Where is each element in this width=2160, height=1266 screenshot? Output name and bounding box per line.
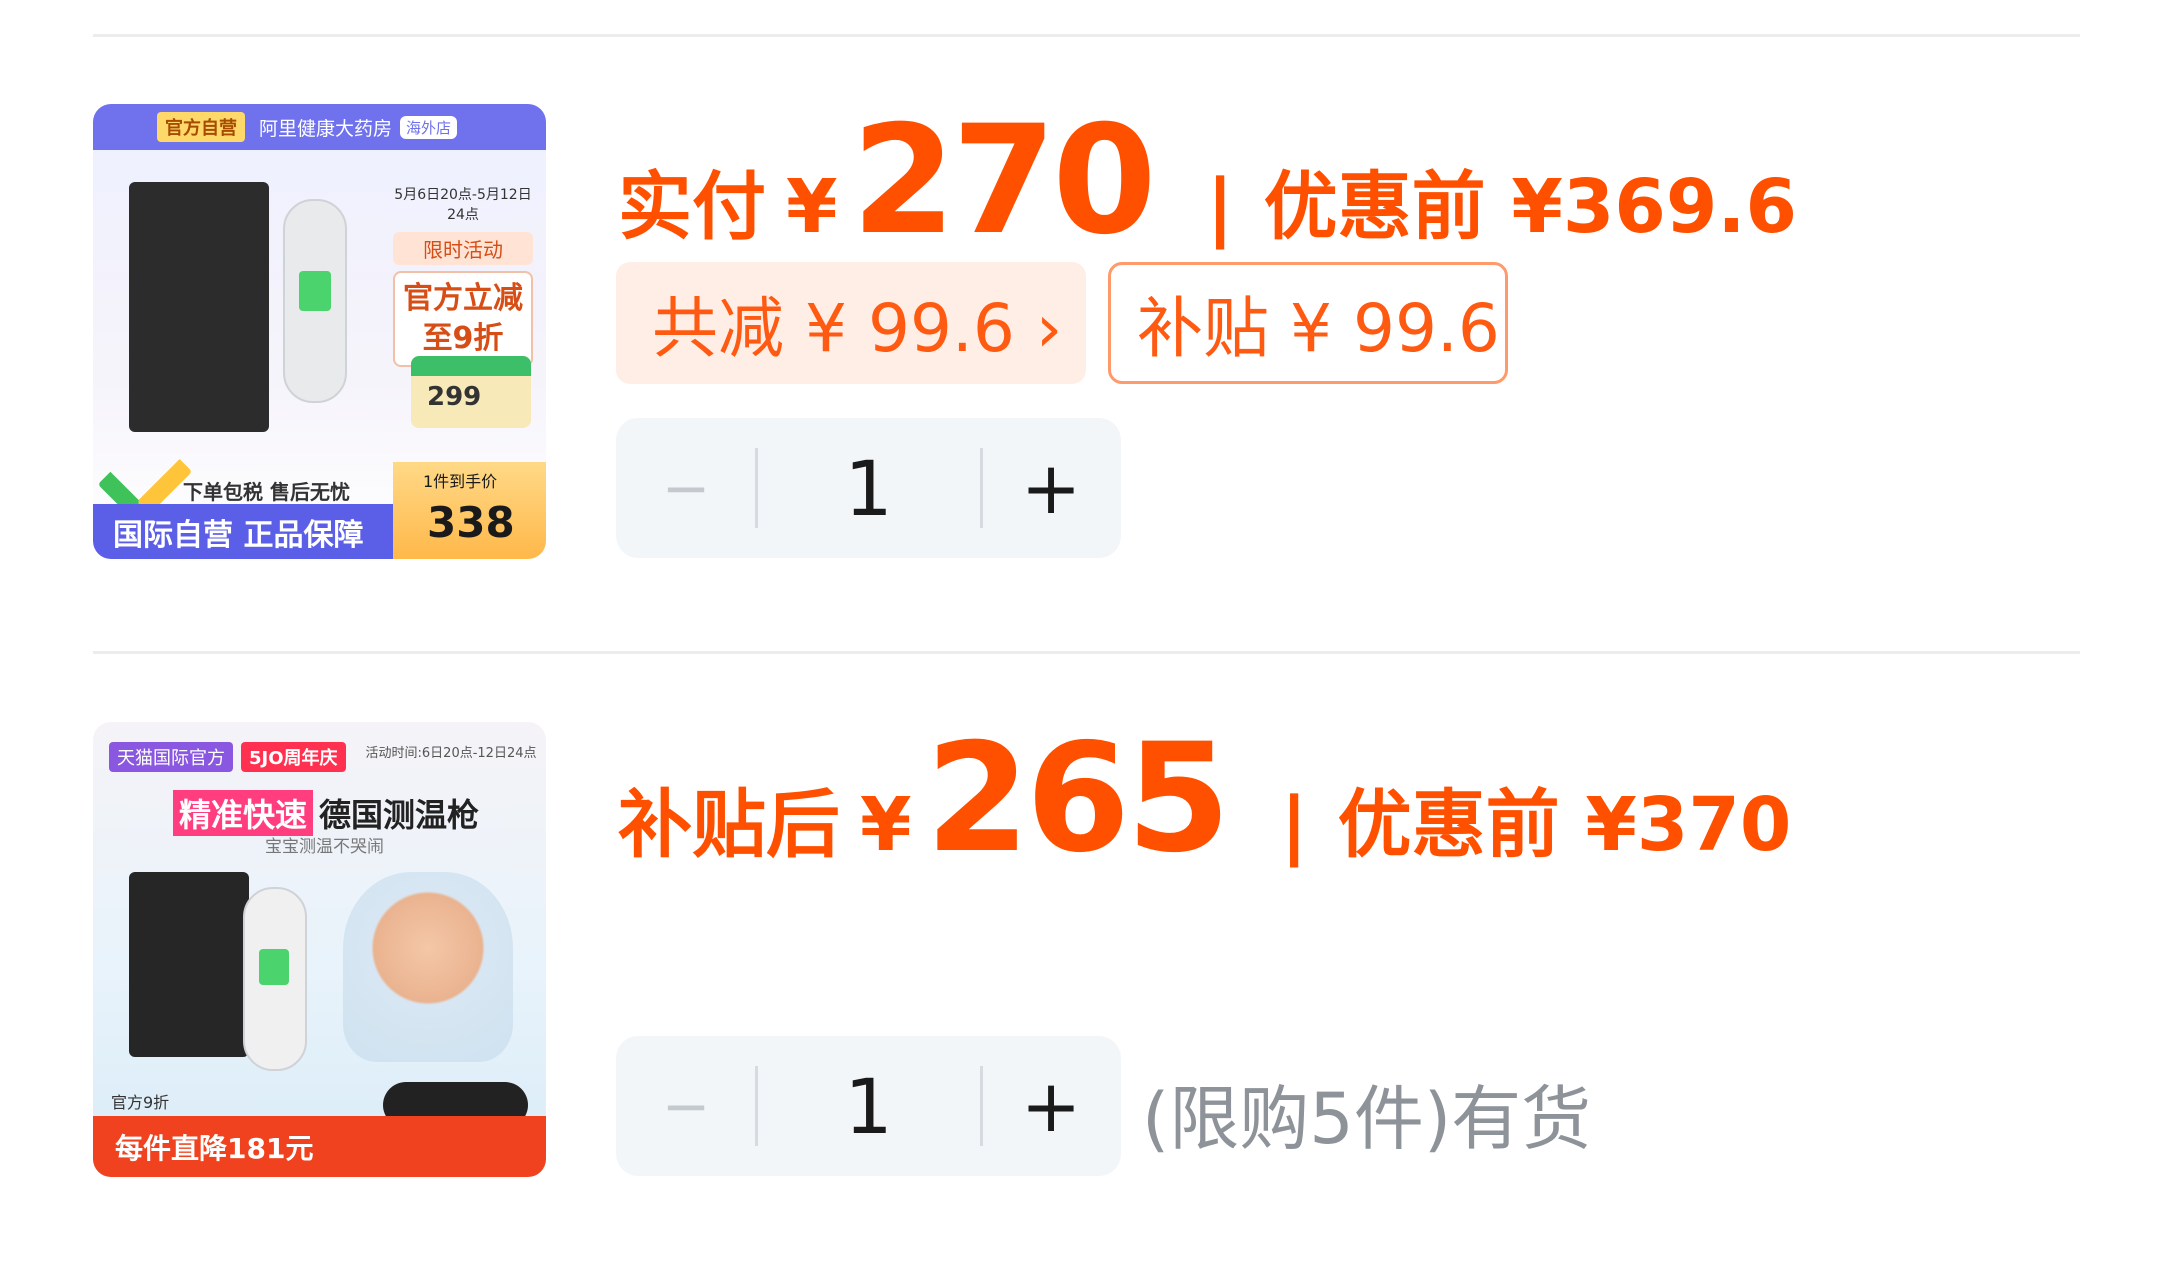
coupon-card: 299 xyxy=(411,356,531,428)
price-separator: | xyxy=(1280,782,1308,868)
quantity-stepper: − 1 + xyxy=(616,418,1121,558)
price-label: 实付 xyxy=(618,164,766,250)
price-drop-banner: 每件直降181元 xyxy=(93,1116,546,1177)
headline-text: 德国测温枪 xyxy=(319,796,480,834)
top-divider xyxy=(93,34,2080,37)
thermometer-image xyxy=(243,887,307,1071)
currency-symbol: ¥ xyxy=(860,782,912,868)
price-caption: 1件到手价 xyxy=(423,472,498,491)
original-price: 优惠前 ¥370 xyxy=(1337,782,1792,868)
thumbnail-tags: 天猫国际官方 5JO周年庆 活动时间:6日20点-12日24点 xyxy=(109,742,537,772)
promo-date: 5月6日20点-5月12日24点 xyxy=(394,187,532,223)
tmall-tag: 天猫国际官方 xyxy=(109,742,233,772)
official-tag: 官方自营 xyxy=(157,112,245,142)
quantity-value[interactable]: 1 xyxy=(756,418,981,558)
price-label: 补贴后 xyxy=(618,782,840,868)
brand-name: 阿里健康大药房 xyxy=(259,117,393,140)
store-tag: 海外店 xyxy=(400,115,458,139)
total-discount-chip[interactable]: 共减 ¥ 99.6 › xyxy=(616,262,1086,384)
product-thumbnail-1[interactable]: 官方自营 阿里健康大药房 海外店 5月6日20点-5月12日24点 限时活动 官… xyxy=(93,104,546,559)
item-divider xyxy=(93,651,2080,654)
original-price: 优惠前 ¥369.6 xyxy=(1263,164,1797,250)
promo-deal: 官方立减 至9折 xyxy=(393,271,533,367)
subsidy-chip: 补贴 ¥ 99.6 xyxy=(1108,262,1508,384)
price-row-1: 实付 ¥ 270 | 优惠前 ¥369.6 xyxy=(618,94,1797,268)
product-box-image xyxy=(129,182,269,432)
anniversary-tag: 5JO周年庆 xyxy=(241,742,346,772)
thumbnail-price-tag: 1件到手价 338 xyxy=(393,462,546,559)
quantity-stepper: − 1 + xyxy=(616,1036,1121,1176)
thumbnail-top-bar: 官方自营 阿里健康大药房 海外店 xyxy=(93,104,546,150)
currency-symbol: ¥ xyxy=(786,164,838,250)
decrease-button[interactable]: − xyxy=(616,1036,756,1176)
promo-block: 5月6日20点-5月12日24点 限时活动 官方立减 至9折 xyxy=(393,184,533,367)
promo-deal-line1: 官方立减 xyxy=(403,281,523,316)
decrease-button[interactable]: − xyxy=(616,418,756,558)
discount-note: 官方9折 xyxy=(111,1093,170,1112)
promo-date: 活动时间:6日20点-12日24点 xyxy=(365,746,537,761)
thumbnail-price: 338 xyxy=(427,498,515,547)
subline: 宝宝测温不哭闹 xyxy=(265,837,384,857)
headline-highlight: 精准快速 xyxy=(173,790,314,836)
final-price: 270 xyxy=(851,94,1157,268)
price-row-2: 补贴后 ¥ 265 | 优惠前 ¥370 xyxy=(618,712,1791,886)
quantity-value[interactable]: 1 xyxy=(756,1036,981,1176)
guarantee-banner: 国际自营 正品保障 xyxy=(93,504,393,559)
baby-image xyxy=(343,872,513,1062)
coupon-value: 299 xyxy=(427,382,482,412)
product-box-image xyxy=(129,872,249,1057)
stock-status: (限购5件)有货 xyxy=(1142,1078,1592,1160)
headline: 精准快速 德国测温枪 xyxy=(173,790,479,836)
price-separator: | xyxy=(1206,164,1234,250)
product-thumbnail-2[interactable]: 天猫国际官方 5JO周年庆 活动时间:6日20点-12日24点 精准快速 德国测… xyxy=(93,722,546,1177)
final-price: 265 xyxy=(925,712,1231,886)
increase-button[interactable]: + xyxy=(981,418,1121,558)
tax-text: 下单包税 售后无忧 xyxy=(183,480,350,504)
increase-button[interactable]: + xyxy=(981,1036,1121,1176)
thermometer-image xyxy=(283,199,347,403)
promo-deal-line2: 至9折 xyxy=(422,321,504,356)
promo-title: 限时活动 xyxy=(393,232,533,265)
